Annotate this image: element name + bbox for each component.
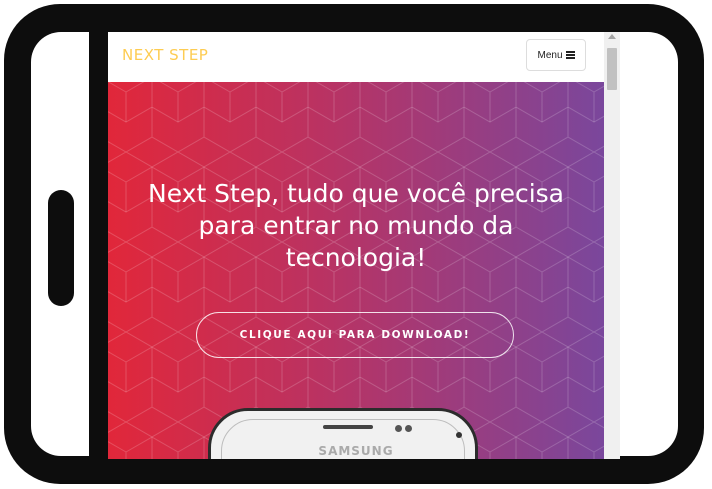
headline-line-3: tecnologia!: [285, 243, 427, 272]
brand-logo[interactable]: NEXT STEP: [122, 46, 208, 64]
vertical-scrollbar[interactable]: [604, 32, 620, 459]
hero-headline: Next Step, tudo que você precisa para en…: [128, 178, 584, 274]
menu-label: Menu: [537, 49, 563, 61]
download-button[interactable]: CLIQUE AQUI PARA DOWNLOAD!: [196, 312, 514, 358]
scrollbar-thumb[interactable]: [607, 48, 617, 90]
tablet-bezel-right: [618, 32, 678, 456]
phone-speaker: [323, 425, 373, 429]
headline-line-1: Next Step, tudo que você precisa: [148, 179, 564, 208]
phone-sensor: [405, 425, 412, 432]
hero-section: Next Step, tudo que você precisa para en…: [108, 82, 604, 459]
phone-sensor: [395, 425, 402, 432]
phone-camera: [456, 432, 462, 438]
menu-bars-icon: [565, 51, 575, 59]
menu-button[interactable]: Menu: [526, 39, 586, 71]
phone-image: SAMSUNG: [208, 408, 478, 459]
scroll-up-arrow-icon[interactable]: [608, 34, 616, 39]
tablet-home-button: [48, 190, 74, 306]
headline-line-2: para entrar no mundo da: [198, 211, 514, 240]
phone-brand-logo: SAMSUNG: [318, 444, 394, 458]
navbar: NEXT STEP Menu: [108, 32, 604, 82]
web-viewport: NEXT STEP Menu Next Step, tudo que você …: [108, 32, 604, 459]
